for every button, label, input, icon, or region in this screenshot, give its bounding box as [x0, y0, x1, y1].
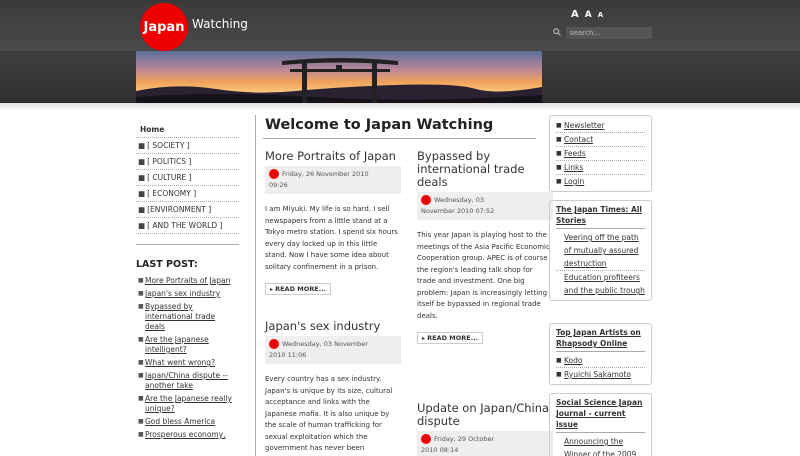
title-rule — [263, 138, 536, 139]
article-date: Wednesday, 03 November 2010 07:52 — [417, 192, 553, 220]
login-link[interactable]: Login — [556, 175, 645, 188]
contact-link[interactable]: Contact — [556, 133, 645, 147]
feed-link[interactable]: Education profiteers and the public trou… — [556, 271, 645, 297]
box-heading[interactable]: The Japan Times: All Stories — [556, 204, 645, 229]
article-title[interactable]: Update on Japan/China dispute — [417, 402, 553, 428]
site-name: Watching — [192, 17, 248, 31]
last-post-link[interactable]: Bypassed by international trade deals — [138, 302, 236, 332]
article-title[interactable]: Japan's sex industry — [265, 320, 401, 333]
user-links-box: Newsletter Contact Feeds Links Login — [549, 115, 652, 192]
article-date: Friday, 26 November 2010 09:26 — [265, 166, 401, 194]
banner-image — [136, 51, 542, 103]
last-post-heading: LAST POST: — [136, 259, 198, 270]
article-title[interactable]: Bypassed by international trade deals — [417, 150, 553, 189]
article-excerpt: This year Japan is playing host to the m… — [417, 231, 550, 320]
article-date: Wednesday, 03 November 2010 11:06 — [265, 336, 401, 364]
font-decrease-button[interactable]: A — [598, 11, 603, 19]
logo-mark: Japan — [143, 19, 185, 35]
search-icon — [553, 28, 561, 36]
box-heading[interactable]: Social Science Japan Journal - current i… — [556, 397, 645, 433]
font-increase-button[interactable]: A — [571, 9, 579, 20]
torii-sunset-image — [136, 51, 542, 103]
feeds-link[interactable]: Feeds — [556, 147, 645, 161]
article-more-portraits: More Portraits of Japan Friday, 26 Novem… — [265, 150, 401, 295]
ssjj-box: Social Science Japan Journal - current i… — [549, 393, 652, 456]
feed-link[interactable]: Veering off the path of mutually assured… — [556, 231, 645, 271]
last-post-link[interactable]: Japan/China dispute -- another take — [138, 371, 236, 391]
date-dot-icon — [421, 434, 431, 444]
site-header: Japan Watching A A A — [0, 0, 800, 51]
links-link[interactable]: Links — [556, 161, 645, 175]
nav-item-economy[interactable]: ■[ ECONOMY ] — [136, 186, 239, 202]
date-dot-icon — [269, 339, 279, 349]
artist-link[interactable]: Ryuichi Sakamoto — [556, 368, 645, 381]
last-post-list: More Portraits of Japan Japan's sex indu… — [138, 276, 236, 443]
nav-label: Home — [140, 125, 165, 134]
newsletter-link[interactable]: Newsletter — [556, 119, 645, 133]
nav-item-politics[interactable]: ■[ POLITICS ] — [136, 154, 239, 170]
column-divider — [255, 115, 256, 456]
journal-link[interactable]: Announcing the Winner of the 2009 — [556, 435, 645, 456]
box-heading[interactable]: Top Japan Artists on Rhapsody Online — [556, 327, 645, 352]
article-excerpt: Every country has a sex industry. Japan'… — [265, 375, 393, 452]
search-input[interactable] — [566, 27, 652, 39]
artist-link[interactable]: Kodo — [556, 354, 645, 368]
read-more-button[interactable]: READ MORE... — [265, 283, 332, 295]
nav-item-society[interactable]: ■[ SOCIETY ] — [136, 138, 239, 154]
article-title[interactable]: More Portraits of Japan — [265, 150, 401, 163]
nav-label: [ SOCIETY ] — [147, 141, 190, 150]
nav-label: [ENVIRONMENT ] — [147, 205, 212, 214]
nav-label: [ AND THE WORLD ] — [147, 221, 223, 230]
article-update-dispute: Update on Japan/China dispute Friday, 29… — [417, 402, 553, 456]
nav-item-culture[interactable]: ■[ CULTURE ] — [136, 170, 239, 186]
date-dot-icon — [421, 195, 431, 205]
nav-label: [ POLITICS ] — [147, 157, 192, 166]
last-post-link[interactable]: God bless America — [138, 417, 236, 427]
rhapsody-box: Top Japan Artists on Rhapsody Online Kod… — [549, 323, 652, 385]
read-more-button[interactable]: READ MORE... — [417, 332, 484, 344]
nav-item-home[interactable]: Home — [136, 122, 239, 138]
nav-item-world[interactable]: ■[ AND THE WORLD ] — [136, 218, 239, 234]
page-title: Welcome to Japan Watching — [265, 117, 494, 133]
font-reset-button[interactable]: A — [585, 10, 592, 20]
nav-item-environment[interactable]: ■ [ENVIRONMENT ] — [136, 202, 239, 218]
nav-divider — [136, 244, 239, 245]
last-post-link[interactable]: Are the Japanese really unique? — [138, 394, 236, 414]
last-post-link[interactable]: What went wrong? — [138, 358, 236, 368]
article-bypassed: Bypassed by international trade deals We… — [417, 150, 553, 344]
article-date: Friday, 29 October 2010 08:14 — [417, 431, 553, 456]
article-sex-industry: Japan's sex industry Wednesday, 03 Novem… — [265, 320, 401, 455]
article-excerpt: I am Miyuki. My life is so hard. I sell … — [265, 205, 398, 271]
site-logo[interactable]: Japan — [140, 3, 188, 51]
last-post-link[interactable]: Japan's sex industry — [138, 289, 236, 299]
japan-times-box: The Japan Times: All Stories Veering off… — [549, 200, 652, 301]
last-post-link[interactable]: Are the Japanese intelligent? — [138, 335, 236, 355]
last-post-link[interactable]: More Portraits of Japan — [138, 276, 236, 286]
last-post-link[interactable]: Prosperous economy, — [138, 430, 236, 440]
nav-label: [ ECONOMY ] — [147, 189, 197, 198]
nav-label: [ CULTURE ] — [147, 173, 192, 182]
date-dot-icon — [269, 169, 279, 179]
font-size-controls: A A A — [571, 9, 603, 20]
header-divider — [0, 103, 800, 111]
main-nav: Home ■[ SOCIETY ] ■[ POLITICS ] ■[ CULTU… — [136, 122, 239, 245]
